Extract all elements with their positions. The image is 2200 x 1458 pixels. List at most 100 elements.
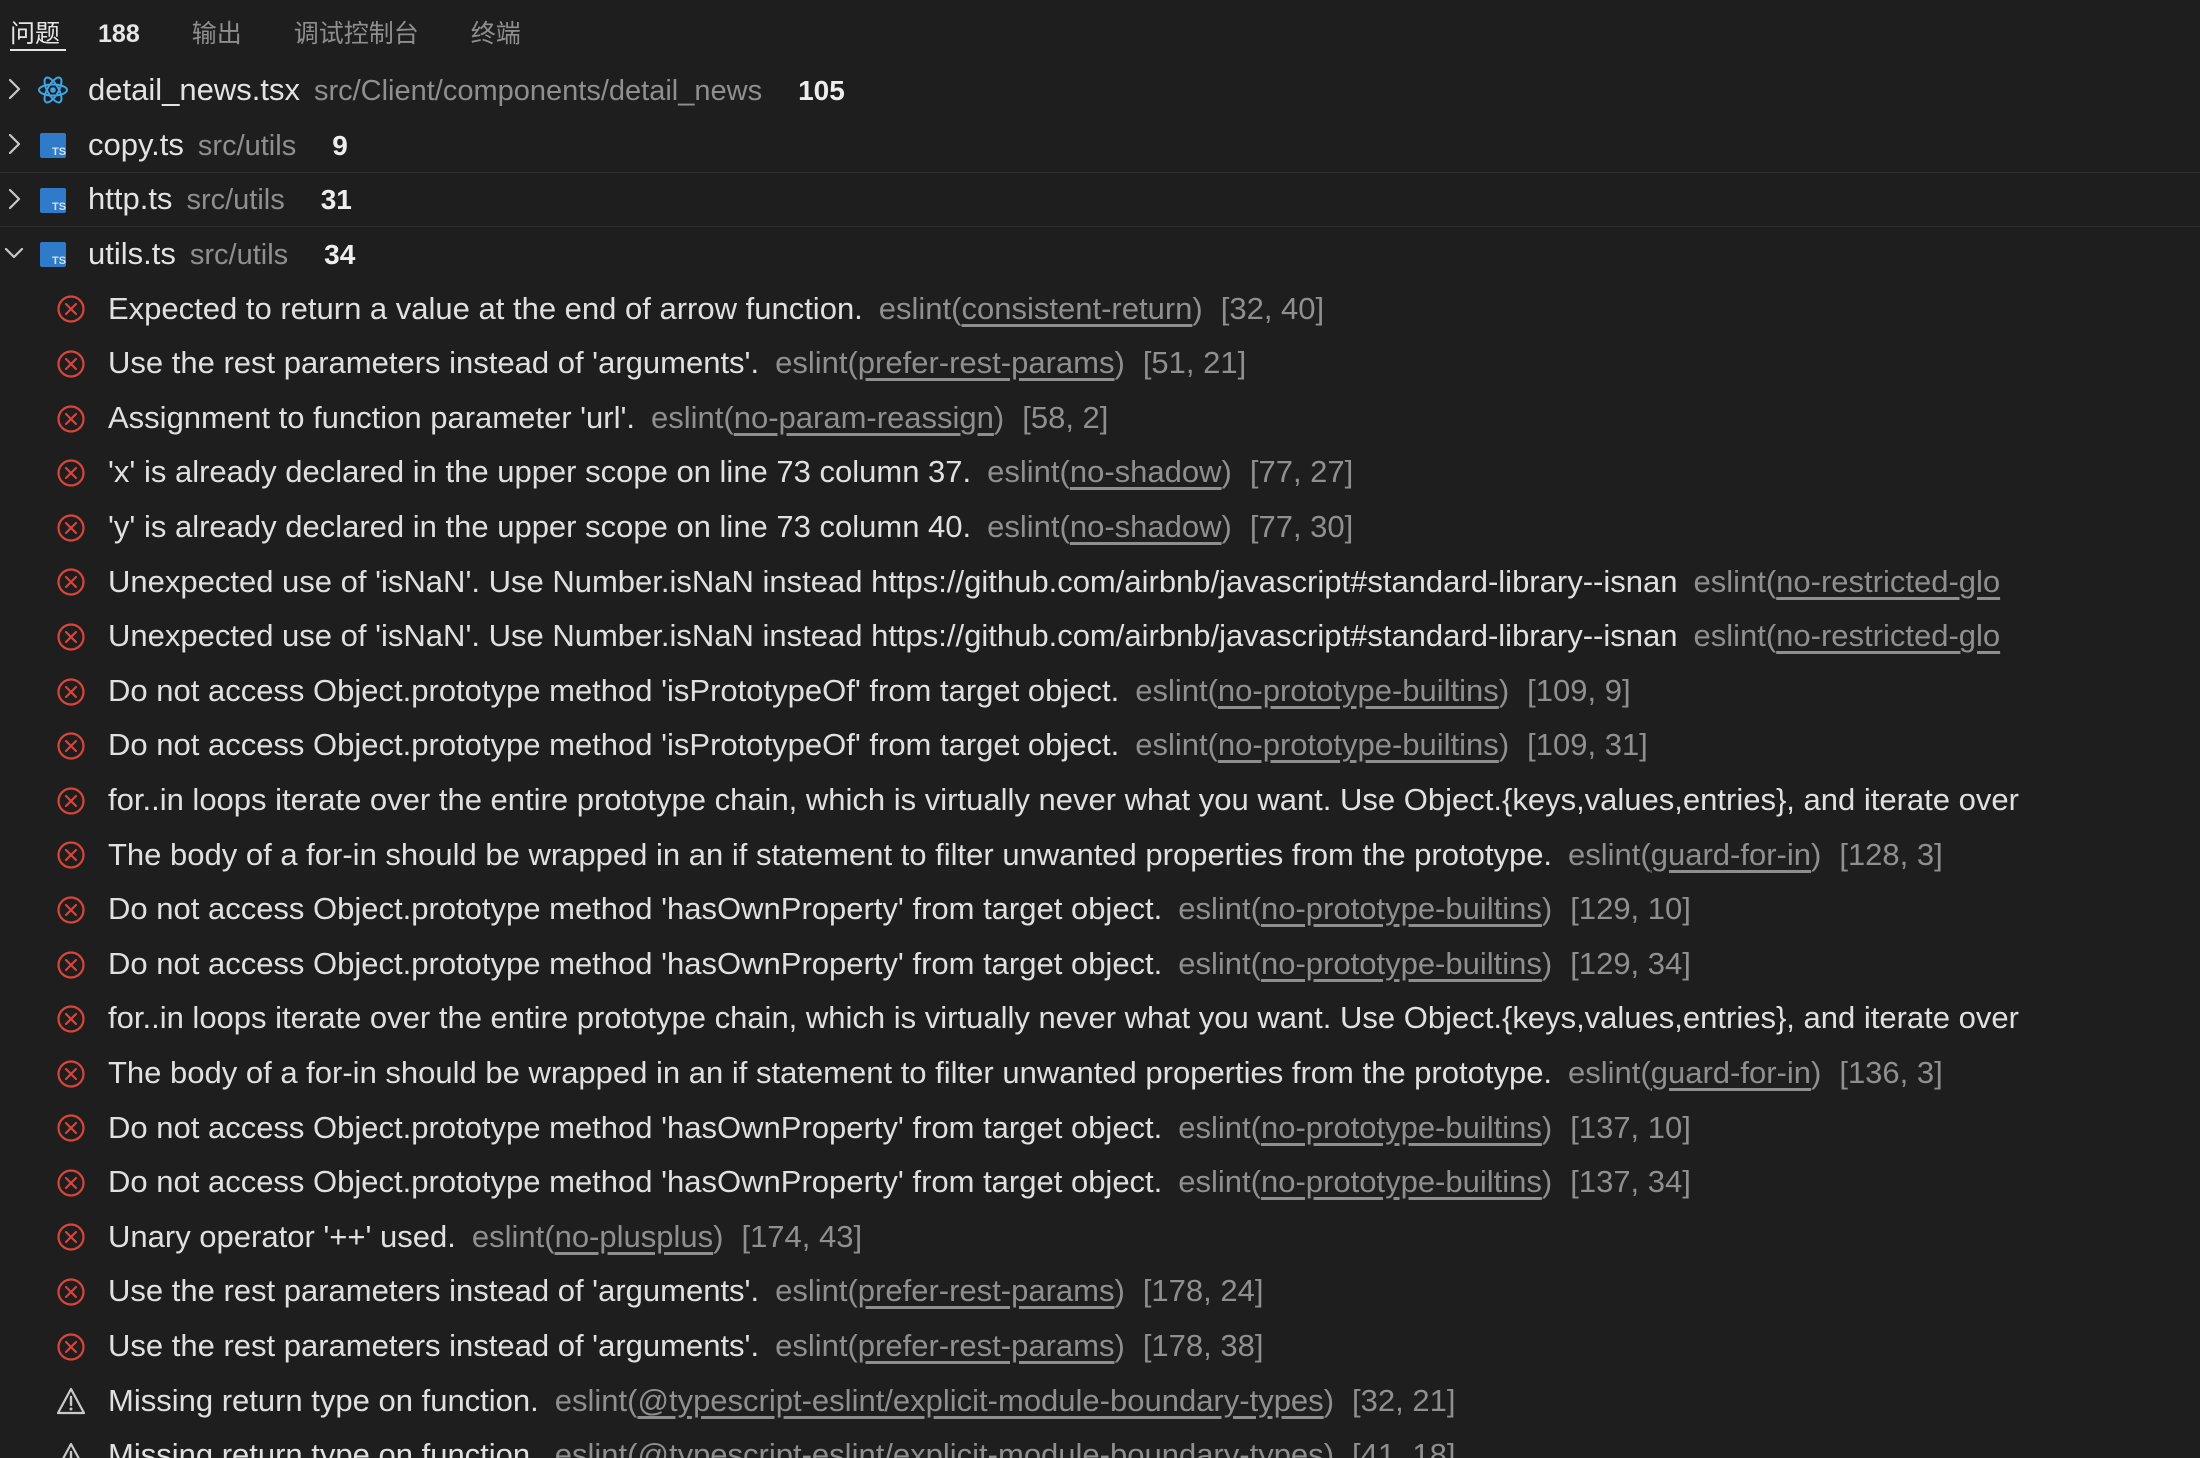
file-row[interactable]: TS http.ts src/utils 31 [0, 172, 2200, 227]
problem-source: eslint(no-prototype-builtins) [1178, 891, 1552, 927]
problem-text: The body of a for-in should be wrapped i… [108, 837, 1943, 873]
problem-source: eslint(guard-for-in) [1568, 837, 1821, 873]
problem-item[interactable]: for..in loops iterate over the entire pr… [0, 991, 2200, 1046]
problem-item[interactable]: Unexpected use of 'isNaN'. Use Number.is… [0, 554, 2200, 609]
file-entry: utils.ts src/utils 34 [88, 236, 355, 272]
file-row[interactable]: TS copy.ts src/utils 9 [0, 118, 2200, 173]
problem-text: Unary operator '++' used. eslint(no-plusp… [108, 1219, 862, 1255]
file-entry: copy.ts src/utils 9 [88, 127, 348, 163]
rule-code-link[interactable]: @typescript-eslint/explicit-module-bound… [637, 1383, 1323, 1418]
problem-item[interactable]: for..in loops iterate over the entire pr… [0, 773, 2200, 828]
problem-text: Do not access Object.prototype method 'h… [108, 1110, 1691, 1146]
problem-position: [32, 40] [1220, 290, 1325, 326]
tab-debug-console[interactable]: 调试控制台 [294, 14, 419, 50]
error-icon [57, 841, 85, 869]
problem-item[interactable]: Do not access Object.prototype method 'h… [0, 1100, 2200, 1155]
problem-item[interactable]: Expected to return a value at the end of… [0, 281, 2200, 336]
problem-item[interactable]: Do not access Object.prototype method 'i… [0, 664, 2200, 719]
problem-source-suffix: ) [1541, 891, 1553, 927]
tab-terminal[interactable]: 终端 [471, 14, 521, 50]
rule-code-link[interactable]: consistent-return [962, 291, 1193, 326]
rule-code-link[interactable]: no-shadow [1070, 509, 1222, 544]
problem-message: for..in loops iterate over the entire pr… [108, 782, 2019, 818]
problem-source-suffix: ) [1323, 1437, 1335, 1458]
error-icon [57, 404, 85, 433]
problem-source-suffix: ) [993, 399, 1005, 435]
problem-message: for..in loops iterate over the entire pr… [108, 1000, 2019, 1036]
problem-item[interactable]: Do not access Object.prototype method 'h… [0, 937, 2200, 992]
problem-text: Do not access Object.prototype method 'h… [108, 946, 1691, 982]
problem-text: 'y' is already declared in the upper sco… [108, 509, 1353, 545]
problem-item[interactable]: Use the rest parameters instead of 'argu… [0, 1319, 2200, 1374]
problem-text: for..in loops iterate over the entire pr… [108, 1000, 2019, 1036]
svg-text:TS: TS [52, 255, 66, 267]
rule-code-link[interactable]: prefer-rest-params [858, 1273, 1115, 1308]
error-icon [57, 1005, 85, 1033]
problem-message: Unexpected use of 'isNaN'. Use Number.is… [108, 563, 1678, 599]
error-icon [57, 677, 85, 706]
chevron-right-icon[interactable] [4, 132, 24, 156]
error-icon [57, 1114, 85, 1142]
problem-text: 'x' is already declared in the upper sco… [108, 454, 1353, 490]
svg-text:TS: TS [52, 146, 66, 158]
rule-code-link[interactable]: guard-for-in [1651, 837, 1811, 872]
rule-code-link[interactable]: no-param-reassign [734, 400, 994, 435]
rule-code-link[interactable]: prefer-rest-params [858, 1328, 1115, 1363]
problem-item[interactable]: The body of a for-in should be wrapped i… [0, 1046, 2200, 1101]
rule-code-link[interactable]: no-prototype-builtins [1218, 673, 1499, 708]
rule-code-link[interactable]: no-restricted-glo [1776, 564, 2000, 599]
typescript-file-icon: TS [40, 132, 66, 158]
chevron-right-icon[interactable] [4, 187, 24, 211]
file-row[interactable]: detail_news.tsx src/Client/components/det… [0, 63, 2200, 118]
problem-item[interactable]: Use the rest parameters instead of 'argu… [0, 1264, 2200, 1319]
problem-source-suffix: ) [1221, 509, 1232, 545]
problem-message: Do not access Object.prototype method 'i… [108, 672, 1120, 708]
problem-source-suffix: ) [1192, 290, 1203, 326]
rule-code-link[interactable]: no-prototype-builtins [1261, 1110, 1542, 1145]
rule-code-link[interactable]: no-prototype-builtins [1261, 1164, 1542, 1199]
chevron-down-icon[interactable] [4, 241, 24, 265]
problem-message: Do not access Object.prototype method 'h… [108, 1164, 1163, 1200]
warning-icon [56, 1388, 86, 1415]
rule-code-link[interactable]: @typescript-eslint/explicit-module-bound… [637, 1437, 1323, 1458]
problem-item[interactable]: 'y' is already declared in the upper sco… [0, 500, 2200, 555]
file-path: src/Client/components/detail_news [313, 75, 763, 108]
error-icon [57, 514, 85, 542]
error-icon [57, 295, 85, 323]
problem-item[interactable]: Unexpected use of 'isNaN'. Use Number.is… [0, 609, 2200, 664]
problem-source-prefix: eslint( [1178, 891, 1261, 927]
problem-item[interactable]: Unary operator '++' used. eslint(no-plusp… [0, 1209, 2200, 1264]
rule-code-link[interactable]: no-prototype-builtins [1261, 891, 1542, 926]
problem-item[interactable]: Do not access Object.prototype method 'h… [0, 882, 2200, 937]
problem-text: The body of a for-in should be wrapped i… [108, 1055, 1943, 1091]
error-icon [57, 732, 85, 760]
problem-text: Do not access Object.prototype method 'h… [108, 891, 1691, 927]
problem-item[interactable]: Do not access Object.prototype method 'i… [0, 718, 2200, 773]
problem-message: Do not access Object.prototype method 'h… [108, 891, 1163, 927]
problem-item[interactable]: Missing return type on function. eslint(@… [0, 1373, 2200, 1428]
problem-text: for..in loops iterate over the entire pr… [108, 782, 2019, 818]
problem-item[interactable]: The body of a for-in should be wrapped i… [0, 827, 2200, 882]
file-row[interactable]: TS utils.ts src/utils 34 [0, 227, 2200, 282]
rule-code-link[interactable]: no-prototype-builtins [1218, 727, 1499, 762]
typescript-file-icon: TS [40, 188, 66, 214]
problem-item[interactable]: Missing return type on function. eslint(@… [0, 1428, 2200, 1458]
rule-code-link[interactable]: no-prototype-builtins [1261, 946, 1542, 981]
problem-item[interactable]: Use the rest parameters instead of 'argu… [0, 336, 2200, 391]
rule-code-link[interactable]: prefer-rest-params [858, 345, 1115, 380]
rule-code-link[interactable]: no-restricted-glo [1776, 618, 2000, 653]
rule-code-link[interactable]: no-plusplus [555, 1219, 714, 1254]
chevron-right-icon[interactable] [4, 77, 24, 101]
tab-problems[interactable]: 问题 188 [10, 14, 140, 51]
svg-text:TS: TS [52, 201, 66, 213]
problem-position: [51, 21] [1142, 345, 1247, 381]
problem-message: Use the rest parameters instead of 'argu… [108, 345, 760, 381]
problem-item[interactable]: Do not access Object.prototype method 'h… [0, 1155, 2200, 1210]
problem-item[interactable]: 'x' is already declared in the upper sco… [0, 445, 2200, 500]
error-icon [57, 950, 85, 979]
problem-source-suffix: ) [1498, 672, 1510, 708]
tab-output[interactable]: 输出 [192, 14, 242, 50]
problem-item[interactable]: Assignment to function parameter 'url'. e… [0, 391, 2200, 446]
rule-code-link[interactable]: guard-for-in [1651, 1055, 1811, 1090]
rule-code-link[interactable]: no-shadow [1070, 454, 1222, 489]
